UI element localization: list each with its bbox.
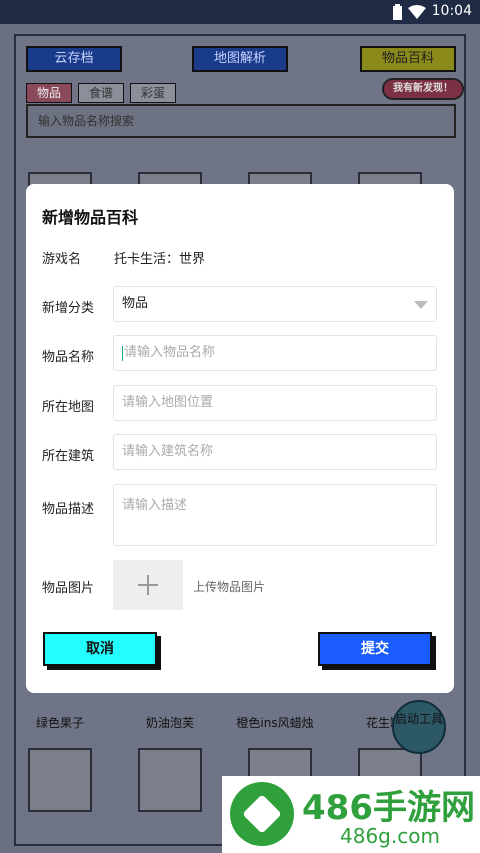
category-value: 物品 bbox=[122, 296, 149, 311]
watermark-brand: 486手游网 bbox=[302, 788, 475, 828]
map-location-input[interactable]: 请输入地图位置 bbox=[113, 385, 437, 421]
description-textarea[interactable]: 请输入描述 bbox=[113, 484, 437, 546]
building-placeholder: 请输入建筑名称 bbox=[122, 444, 214, 459]
game-name-label: 游戏名 bbox=[42, 252, 82, 267]
item-wiki-button[interactable]: 物品百科 bbox=[360, 46, 456, 72]
category-label: 新增分类 bbox=[42, 301, 95, 316]
watermark: 486手游网 486g.com bbox=[222, 776, 480, 853]
launch-tool-button[interactable]: 启动工具 bbox=[392, 700, 446, 754]
map-label: 所在地图 bbox=[42, 400, 95, 415]
chevron-down-icon bbox=[414, 301, 428, 309]
dialog-title: 新增物品百科 bbox=[42, 208, 139, 227]
status-time: 10:04 bbox=[431, 3, 472, 19]
building-input[interactable]: 请输入建筑名称 bbox=[113, 434, 437, 470]
building-label: 所在建筑 bbox=[42, 449, 95, 464]
map-analysis-button[interactable]: 地图解析 bbox=[192, 46, 288, 72]
submit-button[interactable]: 提交 bbox=[318, 632, 436, 670]
item-label: 奶油泡芙 bbox=[145, 716, 194, 730]
cloud-save-button[interactable]: 云存档 bbox=[26, 46, 122, 72]
item-tile[interactable] bbox=[28, 748, 92, 812]
wifi-icon bbox=[408, 5, 426, 19]
item-label: 绿色果子 bbox=[35, 716, 84, 730]
plus-icon-vertical bbox=[147, 575, 149, 595]
description-label: 物品描述 bbox=[42, 502, 95, 517]
image-label: 物品图片 bbox=[42, 581, 95, 596]
upload-hint: 上传物品图片 bbox=[193, 580, 266, 594]
tab-recipes[interactable]: 食谱 bbox=[78, 83, 125, 103]
game-name-value: 托卡生活：世界 bbox=[114, 252, 206, 267]
tab-easter-eggs[interactable]: 彩蛋 bbox=[130, 83, 177, 103]
item-name-placeholder: 请输入物品名称 bbox=[124, 345, 216, 360]
cancel-button[interactable]: 取消 bbox=[43, 632, 161, 670]
category-select[interactable]: 物品 bbox=[113, 286, 437, 322]
item-name-label: 物品名称 bbox=[42, 350, 95, 365]
cancel-button-label: 取消 bbox=[43, 632, 157, 666]
tab-items[interactable]: 物品 bbox=[26, 83, 73, 103]
item-label: 橙色ins风蜡烛 bbox=[236, 716, 314, 730]
battery-icon bbox=[393, 4, 402, 20]
brand-logo-icon bbox=[230, 782, 294, 846]
new-discovery-badge[interactable]: 我有新发现！ bbox=[382, 78, 464, 100]
map-location-placeholder: 请输入地图位置 bbox=[122, 395, 214, 410]
item-tile[interactable] bbox=[138, 748, 202, 812]
category-tabs: 物品 食谱 彩蛋 bbox=[26, 82, 182, 103]
description-placeholder: 请输入描述 bbox=[122, 498, 188, 513]
submit-button-label: 提交 bbox=[318, 632, 432, 666]
status-bar: 10:04 bbox=[0, 0, 480, 24]
watermark-domain: 486g.com bbox=[340, 824, 440, 848]
text-cursor bbox=[122, 346, 123, 361]
search-input[interactable]: 输入物品名称搜索 bbox=[26, 104, 456, 138]
item-name-input[interactable]: 请输入物品名称 bbox=[113, 335, 437, 371]
image-upload-button[interactable] bbox=[113, 560, 183, 610]
add-item-dialog: 新增物品百科 游戏名 托卡生活：世界 新增分类 物品 物品名称 请输入物品名称 … bbox=[26, 184, 454, 693]
